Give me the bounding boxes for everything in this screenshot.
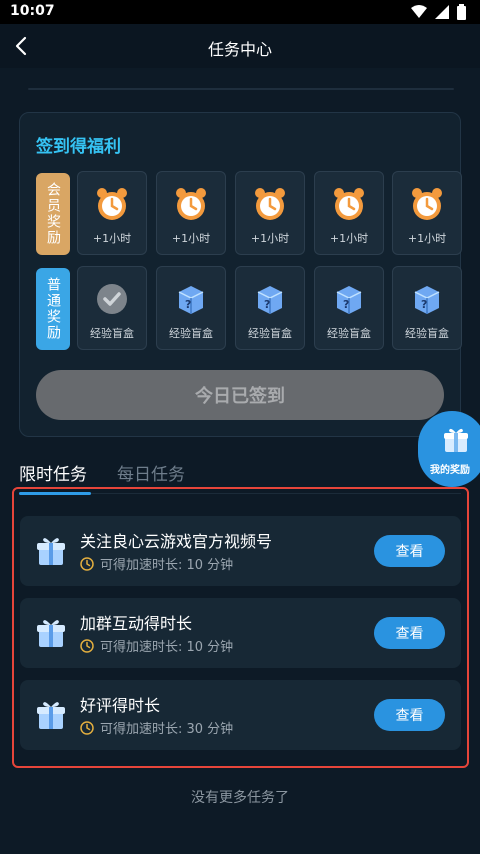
alarm-clock-icon — [334, 188, 364, 220]
tab-daily[interactable]: 每日任务 — [117, 460, 185, 485]
svg-text:?: ? — [421, 298, 427, 311]
mystery-box-icon: ? — [414, 286, 440, 314]
status-icons — [411, 4, 466, 20]
normal-reward-caption: 经验盲盒 — [169, 327, 213, 340]
normal-reward-day-1[interactable]: 经验盲盒 — [77, 266, 147, 350]
wifi-icon — [411, 5, 427, 18]
page-title: 任务中心 — [207, 40, 272, 59]
gift-box-icon — [444, 428, 468, 452]
alarm-clock-icon — [176, 188, 206, 220]
alarm-clock-icon — [412, 188, 442, 220]
app-bar: 任务中心 — [0, 24, 480, 68]
vip-reward-caption: +1小时 — [92, 232, 132, 245]
vip-reward-day-2[interactable]: +1小时 — [156, 171, 226, 255]
tab-limited-time[interactable]: 限时任务 — [19, 460, 87, 485]
normal-reward-caption: 经验盲盒 — [327, 327, 371, 340]
signed-in-button[interactable]: 今日已签到 — [36, 370, 444, 420]
status-time: 10:07 — [10, 3, 55, 19]
svg-text:?: ? — [264, 298, 270, 311]
battery-icon — [457, 4, 466, 20]
vip-reward-day-4[interactable]: +1小时 — [314, 171, 384, 255]
vip-reward-caption: +1小时 — [329, 232, 369, 245]
highlight-frame — [12, 487, 469, 768]
normal-reward-day-3[interactable]: ? 经验盲盒 — [235, 266, 305, 350]
vip-reward-caption: +1小时 — [407, 232, 447, 245]
alarm-clock-icon — [255, 188, 285, 220]
mystery-box-icon: ? — [178, 286, 204, 314]
mystery-box-icon: ? — [336, 286, 362, 314]
my-rewards-button[interactable]: 我的奖励 — [418, 411, 480, 487]
normal-reward-caption: 经验盲盒 — [405, 327, 449, 340]
mystery-box-icon: ? — [257, 286, 283, 314]
vip-reward-caption: +1小时 — [171, 232, 211, 245]
vip-reward-label: 会员奖励 — [36, 173, 70, 255]
status-bar: 10:07 — [0, 0, 480, 24]
svg-text:?: ? — [343, 298, 349, 311]
vip-reward-day-1[interactable]: +1小时 — [77, 171, 147, 255]
normal-reward-caption: 经验盲盒 — [90, 327, 134, 340]
normal-reward-day-2[interactable]: ? 经验盲盒 — [156, 266, 226, 350]
normal-reward-caption: 经验盲盒 — [248, 327, 292, 340]
normal-reward-day-4[interactable]: ? 经验盲盒 — [314, 266, 384, 350]
my-rewards-label: 我的奖励 — [430, 465, 470, 476]
signal-icon — [435, 5, 449, 19]
vip-reward-day-5[interactable]: +1小时 — [392, 171, 462, 255]
normal-reward-day-5[interactable]: ? 经验盲盒 — [392, 266, 462, 350]
svg-text:?: ? — [185, 298, 191, 311]
divider — [28, 88, 454, 90]
no-more-tasks-text: 没有更多任务了 — [191, 790, 289, 806]
check-icon — [97, 284, 127, 314]
sign-in-heading: 签到得福利 — [36, 137, 121, 157]
sign-in-card: 签到得福利 会员奖励 普通奖励 +1小时 +1小时 +1小时 +1小时 +1小时… — [19, 112, 462, 437]
normal-reward-label: 普通奖励 — [36, 268, 70, 350]
alarm-clock-icon — [97, 188, 127, 220]
vip-reward-day-3[interactable]: +1小时 — [235, 171, 305, 255]
vip-reward-caption: +1小时 — [250, 232, 290, 245]
